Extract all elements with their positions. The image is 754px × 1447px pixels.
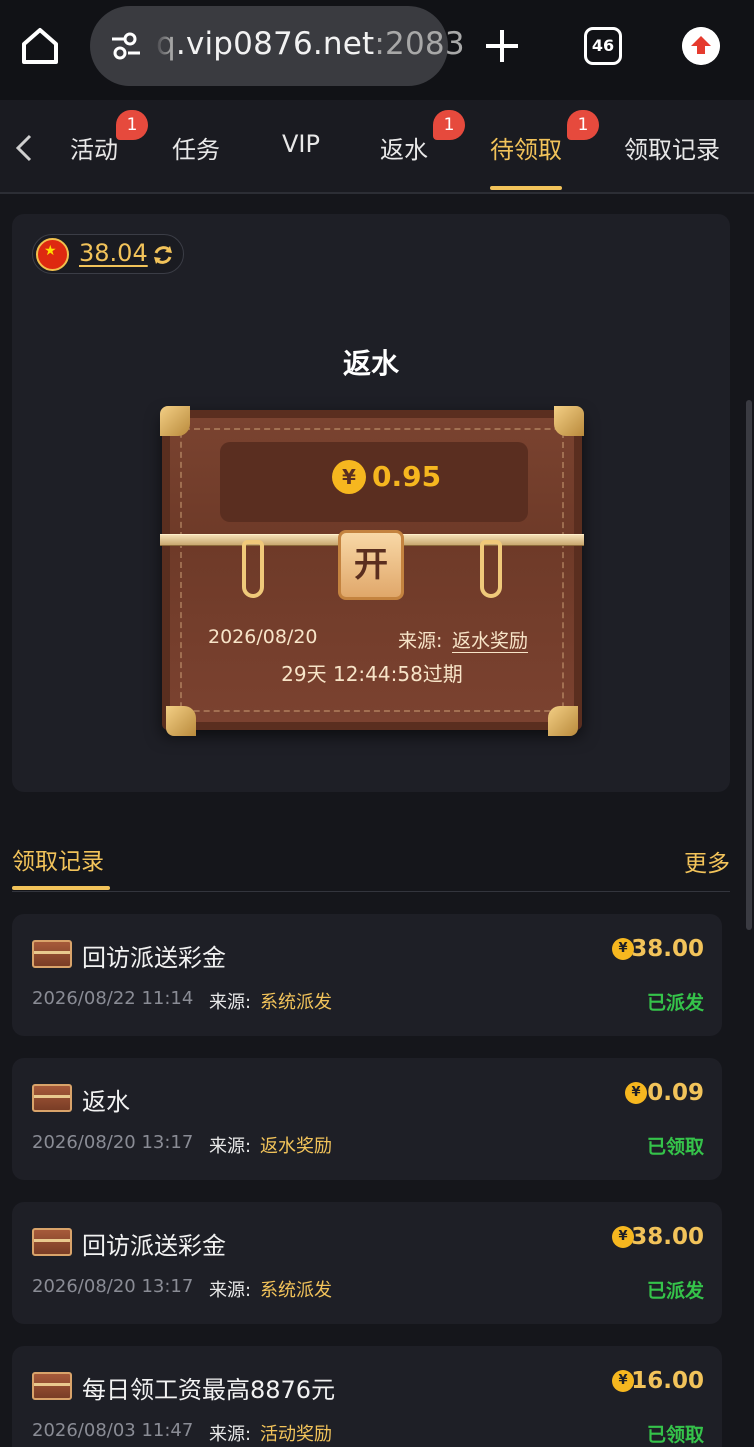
chest-icon (32, 1228, 72, 1256)
record-name: 回访派送彩金 (82, 1232, 226, 1260)
record-time: 2026/08/20 13:17 (32, 1276, 194, 1297)
scrollbar[interactable] (746, 400, 752, 930)
record-source: 活动奖励 (260, 1424, 332, 1445)
records-title[interactable]: 领取记录 (12, 842, 104, 876)
chest-latch (242, 540, 264, 598)
treasure-chest[interactable]: ¥ 0.95 开 2026/08/20 来源: 返水奖励 29天 12:44:5… (160, 406, 584, 736)
chest-corner (160, 406, 190, 436)
record-item[interactable]: 返水 ¥ 0.09 2026/08/20 13:17 来源: 返水奖励 已领取 (12, 1058, 722, 1180)
record-status: 已派发 (646, 992, 704, 1014)
plus-icon[interactable] (480, 24, 524, 68)
chest-icon (32, 1372, 72, 1400)
record-source-label: 来源: (209, 992, 252, 1013)
record-source-label: 来源: (209, 1136, 252, 1157)
chest-date: 2026/08/20 (208, 626, 318, 648)
record-source-label: 来源: (209, 1280, 252, 1301)
refresh-icon[interactable] (151, 243, 175, 267)
record-source-label: 来源: (209, 1424, 252, 1445)
yuan-coin-icon: ¥ (625, 1082, 647, 1104)
chest-corner (166, 706, 196, 736)
url-host: .vip0876.net (175, 26, 375, 62)
china-flag-icon: ★ (36, 238, 69, 271)
tab-pending-badge: 1 (567, 110, 599, 140)
chevron-left-icon[interactable] (12, 134, 36, 162)
record-amount: 0.09 (647, 1080, 704, 1106)
record-source: 系统派发 (260, 1280, 332, 1301)
tab-claim-records[interactable]: 领取记录 (624, 130, 720, 165)
balance-value[interactable]: 38.04 (79, 239, 148, 267)
url-port: :2083 (374, 26, 465, 62)
tab-activity[interactable]: 活动 (70, 130, 118, 165)
active-tab-indicator (490, 186, 562, 190)
record-name: 回访派送彩金 (82, 944, 226, 972)
home-icon[interactable] (18, 24, 62, 68)
card-title: 返水 (342, 347, 399, 380)
chest-expire-countdown: 29天 12:44:58过期 (281, 662, 463, 686)
chest-amount: 0.95 (372, 460, 442, 493)
tabs-icon[interactable]: 46 (584, 27, 622, 65)
address-bar[interactable]: q.vip0876.net:2083 (90, 6, 465, 86)
record-status: 已领取 (646, 1136, 704, 1158)
yuan-coin-icon: ¥ (332, 460, 366, 494)
record-item[interactable]: 回访派送彩金 ¥ 38.00 2026/08/22 11:14 来源: 系统派发… (12, 914, 722, 1036)
record-name: 每日领工资最高8876元 (82, 1376, 336, 1404)
record-time: 2026/08/20 13:17 (32, 1132, 194, 1153)
records-header: 领取记录 更多 (12, 830, 730, 892)
chest-source-link[interactable]: 返水奖励 (452, 626, 528, 653)
record-status: 已领取 (646, 1424, 704, 1446)
chest-corner (554, 406, 584, 436)
record-item[interactable]: 回访派送彩金 ¥ 38.00 2026/08/20 13:17 来源: 系统派发… (12, 1202, 722, 1324)
record-source: 返水奖励 (260, 1136, 332, 1157)
chest-corner (548, 706, 578, 736)
record-source: 系统派发 (260, 992, 332, 1013)
url-text: q.vip0876.net:2083 (156, 26, 465, 62)
tab-rebate-badge: 1 (433, 110, 465, 140)
browser-toolbar: q.vip0876.net:2083 46 (0, 0, 754, 100)
tab-activity-badge: 1 (116, 110, 148, 140)
tab-rebate[interactable]: 返水 (380, 130, 428, 165)
chest-latch (480, 540, 502, 598)
chest-icon (32, 1084, 72, 1112)
tab-vip[interactable]: VIP (282, 130, 320, 158)
record-item[interactable]: 每日领工资最高8876元 ¥ 16.00 2026/08/03 11:47 来源… (12, 1346, 722, 1447)
tab-nav: 活动 1 任务 VIP 返水 1 待领取 1 领取记录 (0, 100, 754, 194)
tab-pending[interactable]: 待领取 (490, 130, 562, 165)
balance-pill: ★ 38.04 (32, 234, 184, 274)
update-icon[interactable] (682, 27, 720, 65)
tab-tasks[interactable]: 任务 (172, 130, 220, 165)
record-name: 返水 (82, 1088, 130, 1116)
record-time: 2026/08/03 11:47 (32, 1420, 194, 1441)
url-fade (154, 20, 172, 72)
record-amount: 38.00 (631, 936, 704, 962)
record-amount: 38.00 (631, 1224, 704, 1250)
site-settings-icon[interactable] (108, 28, 144, 64)
record-amount: 16.00 (631, 1368, 704, 1394)
record-status: 已派发 (646, 1280, 704, 1302)
records-title-underline (12, 886, 110, 890)
record-time: 2026/08/22 11:14 (32, 988, 194, 1009)
more-link[interactable]: 更多 (684, 844, 730, 878)
open-button[interactable]: 开 (338, 530, 404, 600)
pending-reward-card: ★ 38.04 返水 ¥ 0.95 开 2026/08/20 来源: 返水奖励 … (12, 214, 730, 792)
chest-source-label: 来源: (398, 630, 443, 652)
chest-icon (32, 940, 72, 968)
